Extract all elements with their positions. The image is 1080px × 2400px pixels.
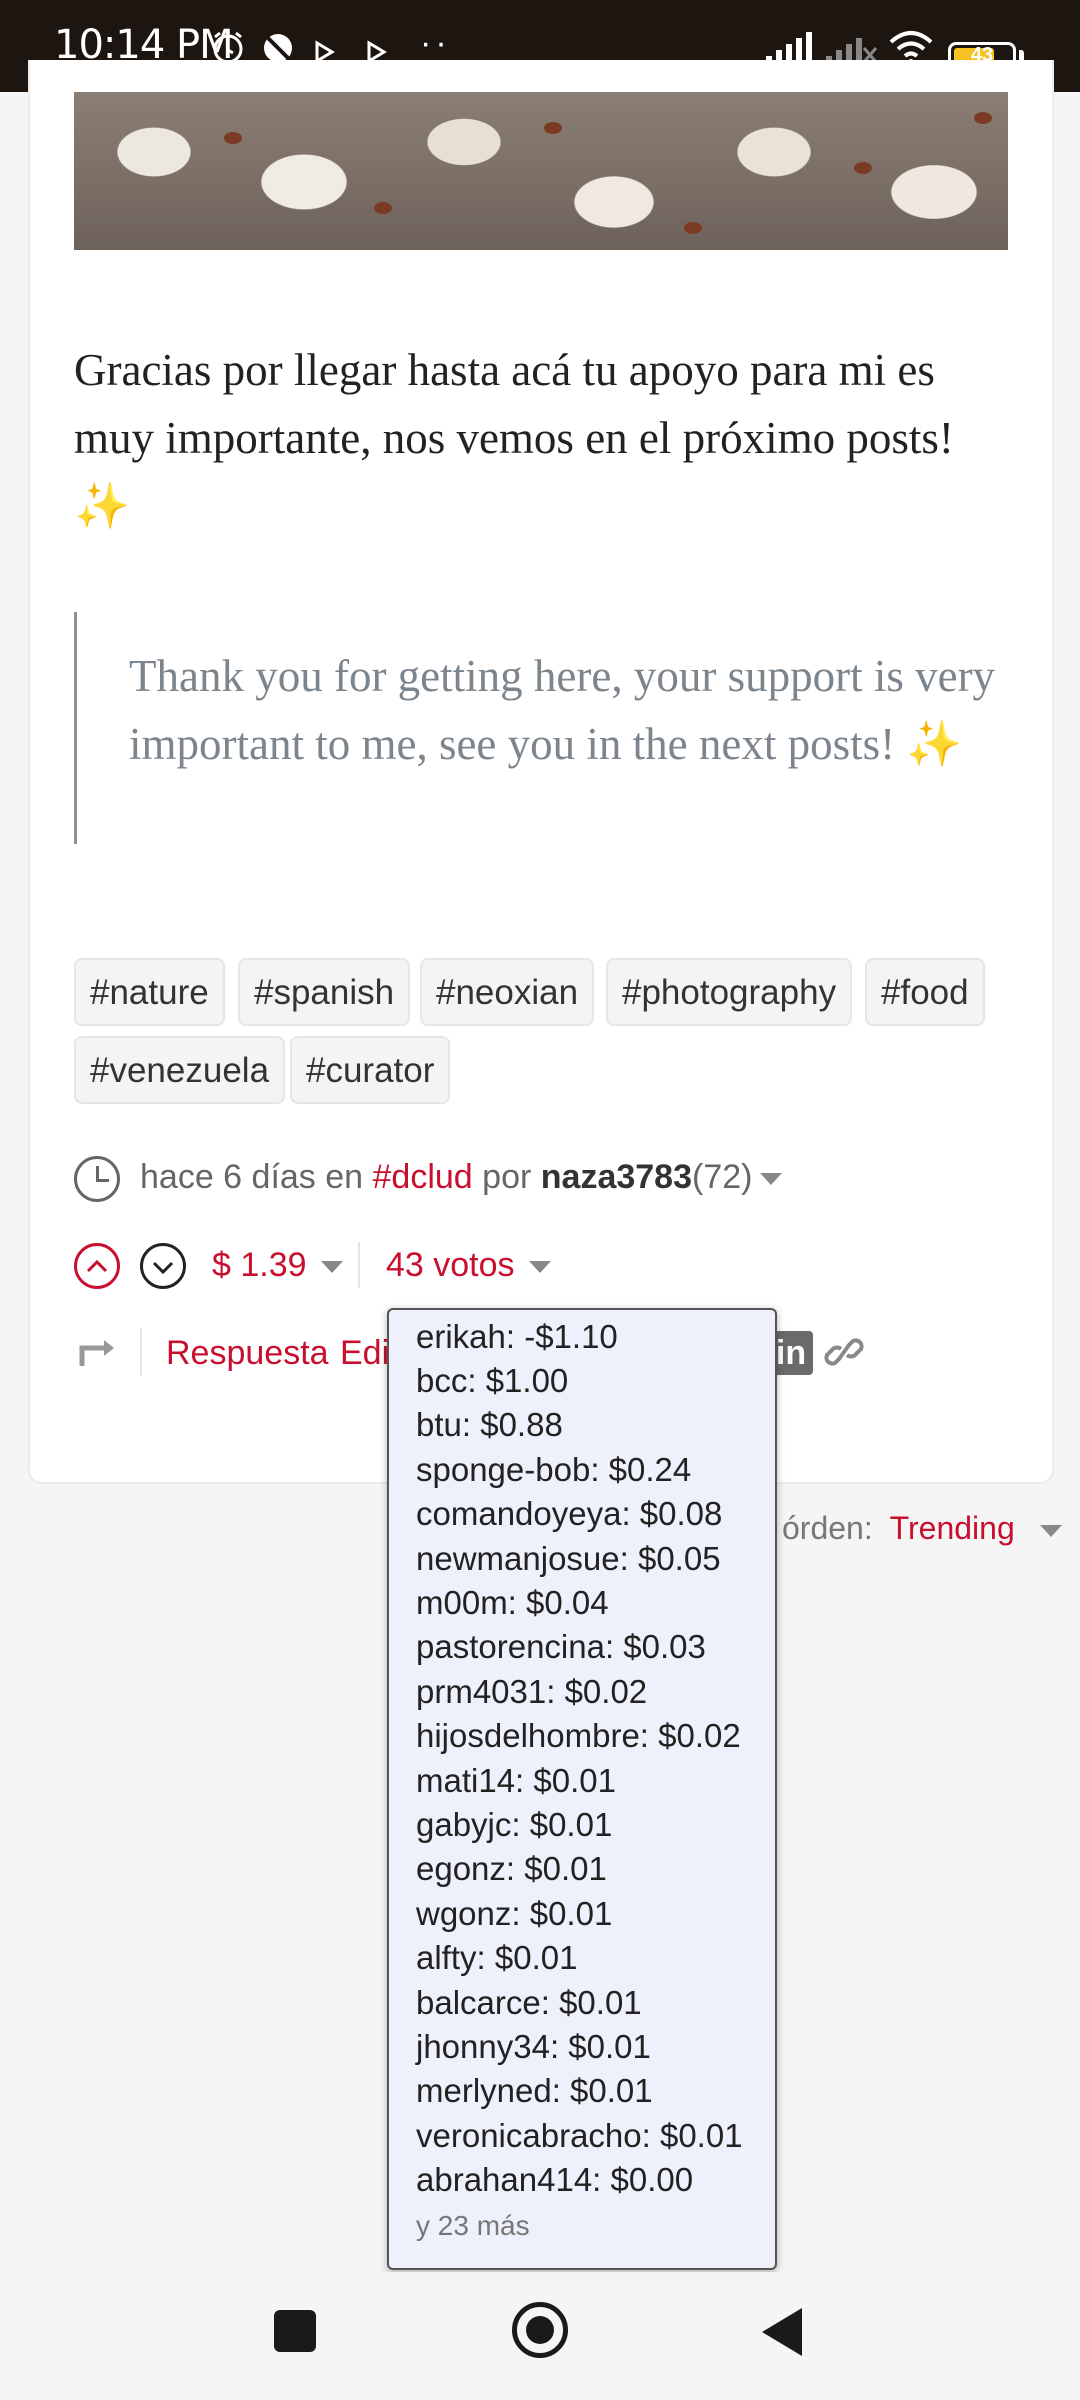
voter-item[interactable]: m00m: $0.04 [416,1584,609,1622]
author-reputation: (72) [692,1158,753,1196]
voter-item[interactable]: wgonz: $0.01 [416,1895,612,1933]
voter-item[interactable]: sponge-bob: $0.24 [416,1451,691,1489]
link-icon[interactable] [824,1330,864,1374]
voter-item[interactable]: alfty: $0.01 [416,1939,577,1977]
sort-caret-icon [1039,1524,1062,1537]
voter-item[interactable]: btu: $0.88 [416,1406,563,1444]
voter-item[interactable]: prm4031: $0.02 [416,1673,647,1711]
tag-photography[interactable]: #photography [606,958,853,1026]
voter-item[interactable]: hijosdelhombre: $0.02 [416,1717,741,1755]
more-dots-icon: ·· [420,24,451,62]
voter-item[interactable]: newmanjosue: $0.05 [416,1540,721,1578]
clock-icon [74,1156,120,1202]
voter-item[interactable]: erikah: -$1.10 [416,1318,618,1356]
sort-selector[interactable]: órden: Trending [782,1510,1062,1547]
payout-value: $ 1.39 [212,1246,307,1284]
reply-button[interactable]: Respuesta [166,1334,329,1373]
post-time: hace 6 días en [140,1158,364,1196]
voter-item[interactable]: mati14: $0.01 [416,1762,616,1800]
chevron-down-icon [152,1261,174,1275]
chevron-up-icon [86,1259,108,1273]
voters-dropdown: erikah: -$1.10 bcc: $1.00 btu: $0.88 spo… [387,1308,777,2270]
voter-item[interactable]: bcc: $1.00 [416,1362,568,1400]
post-quote-text: Thank you for getting here, your support… [129,651,996,769]
author-link[interactable]: naza3783 [541,1158,692,1196]
voter-item[interactable]: merlyned: $0.01 [416,2072,653,2110]
votes-button[interactable]: 43 votos [386,1246,551,1285]
divider [358,1242,360,1288]
voter-item[interactable]: comandoyeya: $0.08 [416,1495,722,1533]
back-button[interactable] [762,2308,802,2356]
navigation-bar [0,2272,1080,2400]
post-image [74,92,1008,250]
tag-neoxian[interactable]: #neoxian [420,958,595,1026]
reblog-icon[interactable] [78,1336,120,1370]
post-paragraph: Gracias por llegar hasta acá tu apoyo pa… [74,345,954,531]
tag-food[interactable]: #food [865,958,985,1026]
downvote-button[interactable] [140,1243,186,1289]
votes-caret-icon [528,1261,551,1274]
voter-item[interactable]: egonz: $0.01 [416,1850,607,1888]
tag-curator[interactable]: #curator [290,1036,451,1104]
community-link[interactable]: #dclud [373,1158,473,1196]
divider [140,1328,142,1376]
home-button[interactable] [512,2302,568,2358]
payout-caret-icon [320,1261,343,1274]
recents-button[interactable] [274,2310,316,2352]
upvote-button[interactable] [74,1243,120,1289]
votes-count: 43 votos [386,1246,515,1284]
author-menu-caret-icon[interactable] [760,1173,783,1186]
voter-item[interactable]: gabyjc: $0.01 [416,1806,612,1844]
voter-item[interactable]: pastorencina: $0.03 [416,1628,706,1666]
tag-nature[interactable]: #nature [74,958,225,1026]
voter-item[interactable]: balcarce: $0.01 [416,1984,642,2022]
voter-item[interactable]: veronicabracho: $0.01 [416,2117,743,2155]
tag-venezuela[interactable]: #venezuela [74,1036,286,1104]
voter-item[interactable]: jhonny34: $0.01 [416,2028,651,2066]
sort-label: órden: [782,1510,873,1546]
tag-spanish[interactable]: #spanish [238,958,411,1026]
more-voters-label: y 23 más [416,2210,530,2241]
voter-item[interactable]: abrahan414: $0.00 [416,2161,693,2199]
sort-value: Trending [889,1510,1015,1546]
payout-button[interactable]: $ 1.39 [212,1246,343,1285]
post-quote: Thank you for getting here, your support… [74,612,1014,844]
edit-button[interactable]: Edi [340,1334,389,1373]
by-label: por [482,1158,532,1196]
